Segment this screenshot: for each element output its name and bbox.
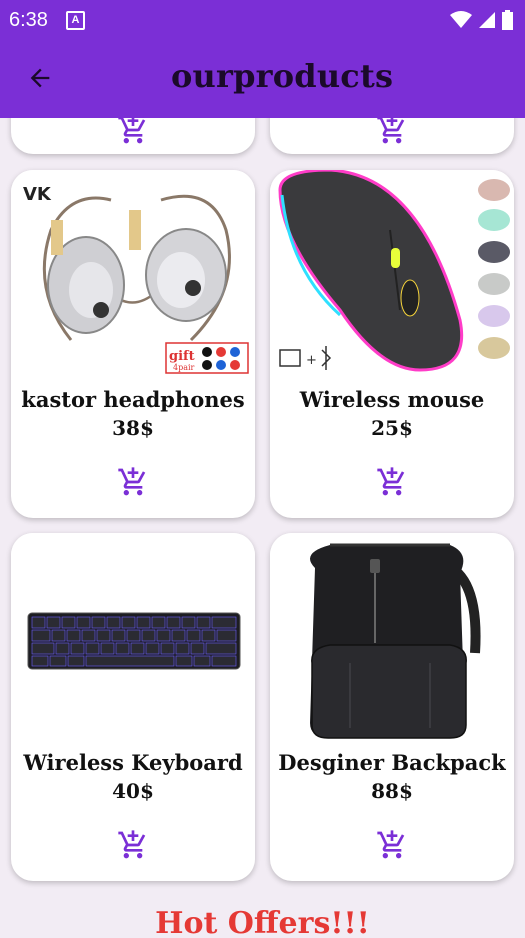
gift-badge-pair: 4pair bbox=[173, 363, 195, 372]
product-name: Wireless Keyboard bbox=[23, 750, 243, 775]
add-to-cart-icon[interactable] bbox=[376, 118, 408, 146]
product-card-headphones[interactable]: VK gift 4pair kastor headphones 38$ bbox=[11, 170, 255, 518]
product-price: 88$ bbox=[371, 779, 413, 803]
product-card-partial-right[interactable] bbox=[270, 118, 514, 154]
product-price: 40$ bbox=[112, 779, 154, 803]
gift-badge-text: gift bbox=[169, 349, 195, 364]
status-time: 6:38 bbox=[9, 9, 48, 31]
keyboard-image bbox=[11, 533, 255, 743]
product-card-backpack[interactable]: Desginer Backpack 88$ bbox=[270, 533, 514, 881]
product-name: Wireless mouse bbox=[299, 387, 485, 412]
product-price: 38$ bbox=[112, 416, 154, 440]
product-price: 25$ bbox=[371, 416, 413, 440]
svg-text:VK: VK bbox=[23, 184, 52, 205]
add-to-cart-icon[interactable] bbox=[117, 466, 149, 498]
add-to-cart-icon[interactable] bbox=[376, 466, 408, 498]
notification-icon: A bbox=[66, 11, 85, 30]
hot-offers-heading: Hot Offers!!! bbox=[155, 906, 370, 938]
app-bar: ourproducts bbox=[0, 40, 525, 118]
add-to-cart-icon[interactable] bbox=[117, 829, 149, 861]
headphones-image: VK gift 4pair bbox=[11, 170, 255, 380]
backpack-image bbox=[270, 533, 514, 743]
wifi-icon bbox=[450, 11, 472, 28]
product-card-mouse[interactable]: + Wireless mouse 25$ bbox=[270, 170, 514, 518]
mouse-image: + bbox=[270, 170, 514, 380]
signal-icon bbox=[479, 12, 495, 28]
product-grid: VK gift 4pair kastor headphones 38$ + Wi… bbox=[0, 118, 525, 938]
back-arrow-icon[interactable] bbox=[26, 64, 54, 92]
product-name: Desginer Backpack bbox=[278, 750, 506, 775]
page-title: ourproducts bbox=[171, 57, 394, 95]
product-card-partial-left[interactable] bbox=[11, 118, 255, 154]
status-bar: 6:38 A bbox=[0, 0, 525, 40]
product-name: kastor headphones bbox=[21, 387, 245, 412]
system-icons bbox=[450, 10, 513, 30]
svg-text:+: + bbox=[306, 353, 317, 368]
add-to-cart-icon[interactable] bbox=[376, 829, 408, 861]
add-to-cart-icon[interactable] bbox=[117, 118, 149, 146]
battery-icon bbox=[502, 10, 513, 30]
product-card-keyboard[interactable]: Wireless Keyboard 40$ bbox=[11, 533, 255, 881]
